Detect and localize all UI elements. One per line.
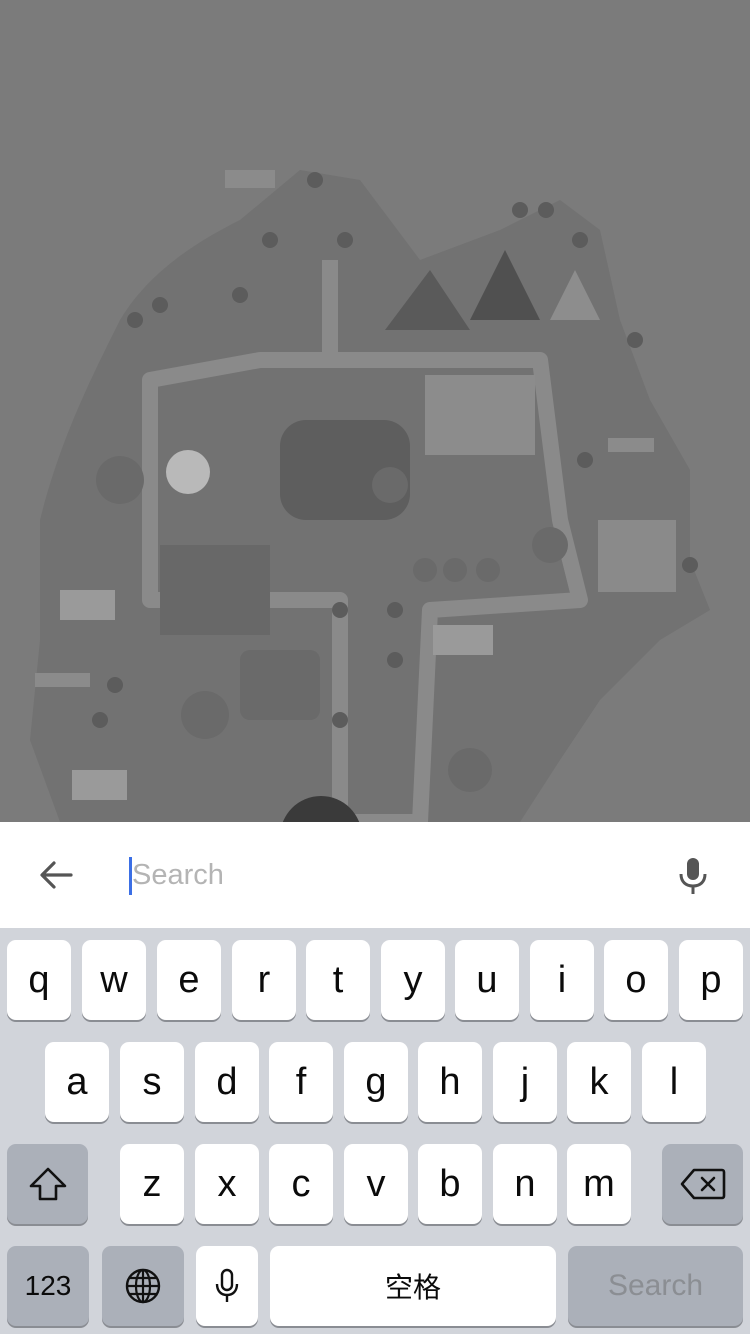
microphone-icon xyxy=(215,1268,239,1302)
search-input[interactable] xyxy=(126,852,658,898)
key-o[interactable]: o xyxy=(604,940,668,1020)
key-c[interactable]: c xyxy=(269,1144,333,1224)
delete-key[interactable] xyxy=(662,1144,743,1224)
key-z[interactable]: z xyxy=(120,1144,184,1224)
map-illustration xyxy=(0,0,750,822)
key-p[interactable]: p xyxy=(679,940,743,1020)
numbers-key[interactable]: 123 xyxy=(7,1246,89,1326)
space-key[interactable]: 空格 xyxy=(270,1246,556,1326)
key-l[interactable]: l xyxy=(642,1042,706,1122)
shift-icon xyxy=(29,1167,66,1201)
text-caret xyxy=(129,857,132,895)
onscreen-keyboard: q w e r t y u i o p a s d f g h j k l z … xyxy=(0,928,750,1334)
key-w[interactable]: w xyxy=(82,940,146,1020)
key-y[interactable]: y xyxy=(381,940,445,1020)
microphone-icon xyxy=(679,858,707,894)
voice-search-button[interactable] xyxy=(668,850,718,902)
key-f[interactable]: f xyxy=(269,1042,333,1122)
key-k[interactable]: k xyxy=(567,1042,631,1122)
search-bar xyxy=(0,822,750,928)
key-q[interactable]: q xyxy=(7,940,71,1020)
key-t[interactable]: t xyxy=(306,940,370,1020)
key-i[interactable]: i xyxy=(530,940,594,1020)
key-h[interactable]: h xyxy=(418,1042,482,1122)
key-n[interactable]: n xyxy=(493,1144,557,1224)
arrow-left-icon xyxy=(40,861,73,889)
map-artwork xyxy=(30,170,710,822)
shift-key[interactable] xyxy=(7,1144,88,1224)
key-g[interactable]: g xyxy=(344,1042,408,1122)
globe-key[interactable] xyxy=(102,1246,184,1326)
back-button[interactable] xyxy=(28,849,84,901)
key-r[interactable]: r xyxy=(232,940,296,1020)
key-a[interactable]: a xyxy=(45,1042,109,1122)
key-b[interactable]: b xyxy=(418,1144,482,1224)
backspace-icon xyxy=(680,1168,725,1200)
key-s[interactable]: s xyxy=(120,1042,184,1122)
search-key[interactable]: Search xyxy=(568,1246,743,1326)
key-u[interactable]: u xyxy=(455,940,519,1020)
dictation-key[interactable] xyxy=(196,1246,258,1326)
key-j[interactable]: j xyxy=(493,1042,557,1122)
globe-icon xyxy=(125,1268,161,1304)
key-m[interactable]: m xyxy=(567,1144,631,1224)
key-v[interactable]: v xyxy=(344,1144,408,1224)
key-e[interactable]: e xyxy=(157,940,221,1020)
key-x[interactable]: x xyxy=(195,1144,259,1224)
key-d[interactable]: d xyxy=(195,1042,259,1122)
